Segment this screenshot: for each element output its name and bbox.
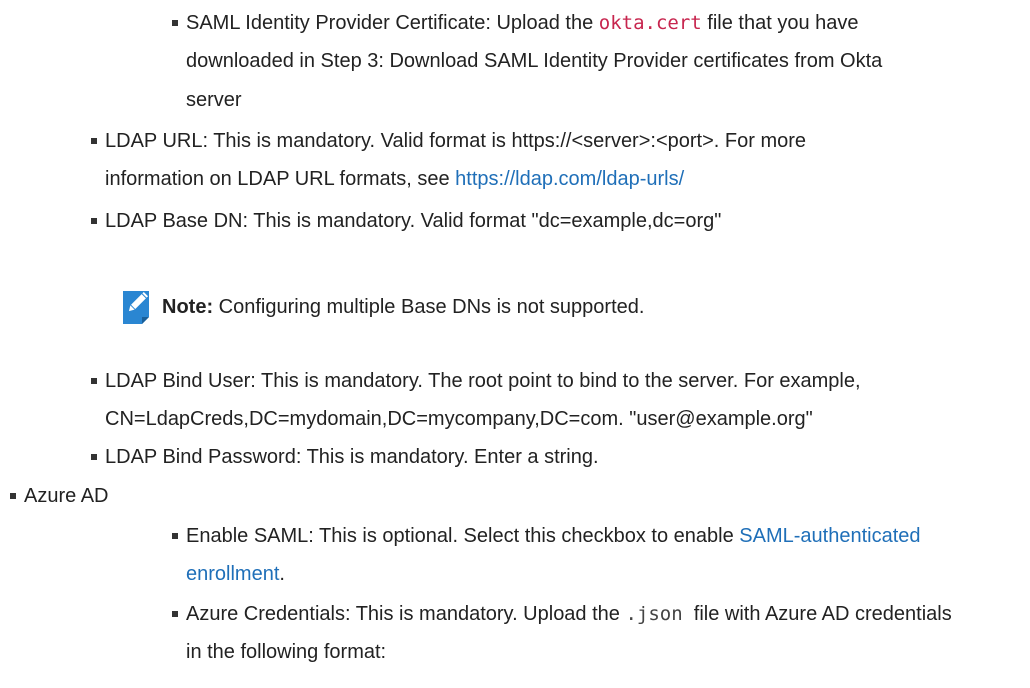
bullet-marker — [172, 611, 178, 617]
azure-ad-label: Azure AD — [24, 485, 109, 507]
ldap-bind-user-line-2: CN=LdapCreds,DC=mydomain,DC=mycompany,DC… — [105, 408, 813, 430]
enrollment-link[interactable]: enrollment — [186, 563, 279, 585]
ldap-url-line-2: information on LDAP URL formats, see htt… — [105, 168, 685, 190]
enable-saml-line-1: Enable SAML: This is optional. Select th… — [186, 525, 921, 547]
ldap-base-dn-line-1: LDAP Base DN: This is mandatory. Valid f… — [105, 210, 722, 232]
ldap-url-line-1: LDAP URL: This is mandatory. Valid forma… — [105, 130, 807, 152]
bullet-marker — [91, 218, 97, 224]
inline-code-okta-cert: okta.cert — [598, 12, 702, 34]
ldap-urls-link[interactable]: https://ldap.com/ldap-urls/ — [455, 168, 684, 190]
bullet-marker — [172, 20, 178, 26]
bullet-marker — [10, 493, 16, 499]
saml-authenticated-link[interactable]: SAML-authenticated — [739, 525, 920, 547]
saml-cert-line-1: SAML Identity Provider Certificate: Uplo… — [186, 12, 859, 34]
bullet-marker — [91, 454, 97, 460]
saml-cert-line-3: server — [186, 89, 242, 111]
enable-saml-line-2: enrollment. — [186, 563, 285, 585]
note-pencil-icon — [123, 291, 149, 324]
note-text: Note: Configuring multiple Base DNs is n… — [162, 296, 645, 318]
saml-cert-line-2: downloaded in Step 3: Download SAML Iden… — [186, 50, 883, 72]
bullet-marker — [172, 533, 178, 539]
ldap-bind-user-line-1: LDAP Bind User: This is mandatory. The r… — [105, 370, 861, 392]
note-label: Note: — [162, 296, 214, 318]
bullet-marker — [91, 138, 97, 144]
azure-credentials-line-1: Azure Credentials: This is mandatory. Up… — [186, 603, 952, 625]
bullet-marker — [91, 378, 97, 384]
azure-credentials-line-2: in the following format: — [186, 641, 387, 663]
ldap-bind-password-line-1: LDAP Bind Password: This is mandatory. E… — [105, 446, 599, 468]
inline-code-json: .json — [625, 603, 683, 625]
